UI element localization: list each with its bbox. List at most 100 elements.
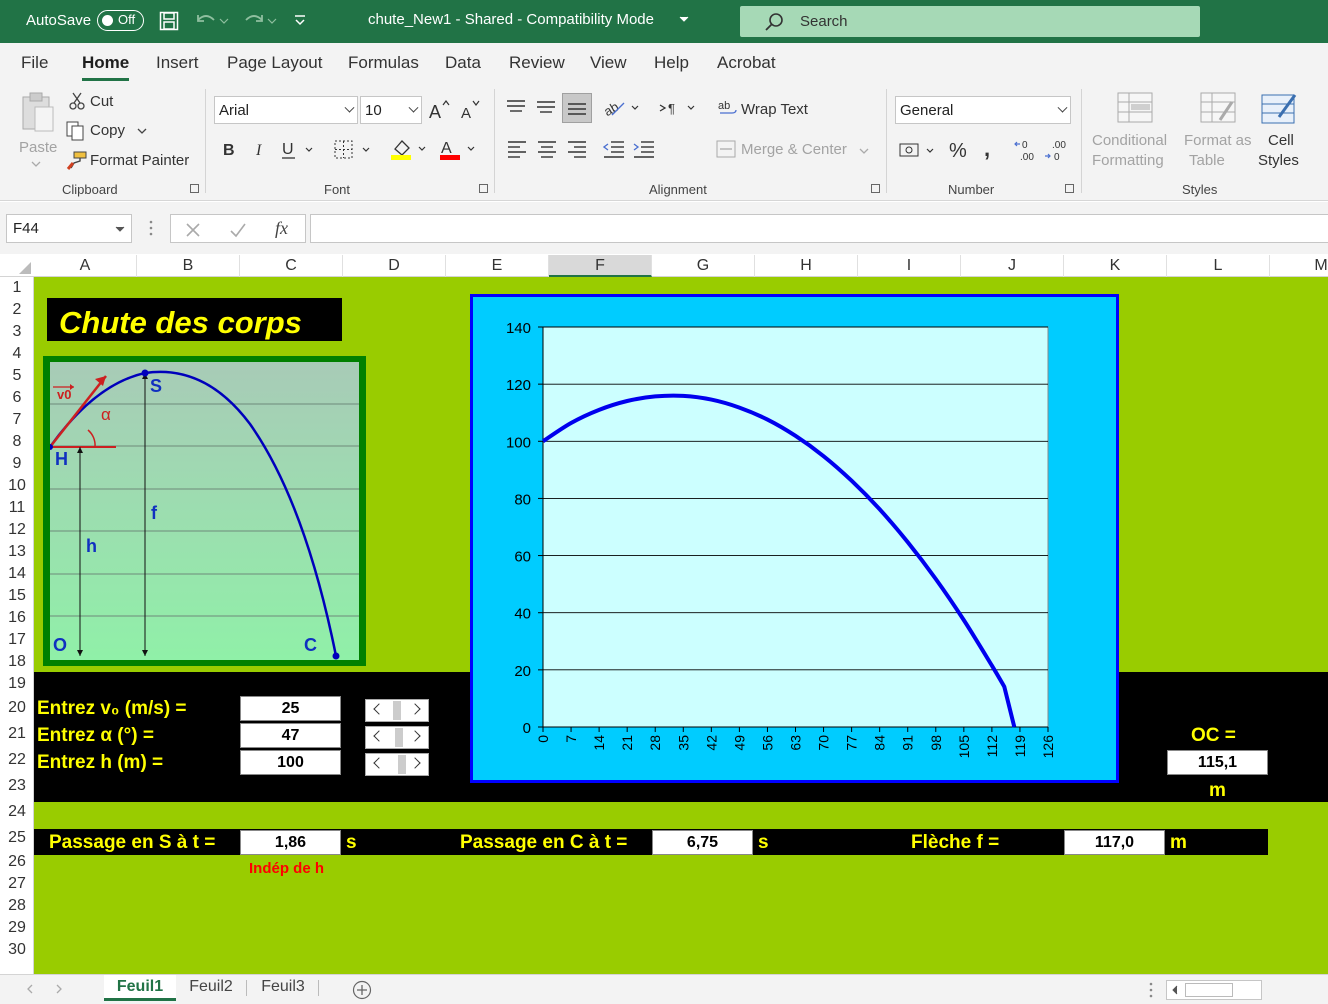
row-header[interactable]: 1	[0, 277, 33, 299]
alignment-launcher-icon[interactable]	[871, 184, 880, 193]
column-header[interactable]: M	[1270, 255, 1328, 277]
tab-data[interactable]: Data	[445, 53, 481, 73]
merge-center-button[interactable]: Merge & Center	[716, 139, 872, 161]
column-header[interactable]: I	[858, 255, 961, 277]
row-header[interactable]: 19	[0, 673, 33, 695]
decrease-font-size-icon[interactable]: A	[459, 99, 483, 121]
scroll-tabs-right-icon[interactable]	[55, 984, 63, 994]
column-header[interactable]: G	[652, 255, 755, 277]
worksheet[interactable]: Chute des corps v0 α S H f h O C Entrez …	[34, 277, 1328, 974]
tab-help[interactable]: Help	[654, 53, 689, 73]
decrease-decimal-icon[interactable]: .000	[1044, 137, 1070, 163]
font-size-select[interactable]: 10	[360, 96, 422, 124]
save-icon[interactable]	[159, 11, 179, 31]
name-box[interactable]: F44	[6, 214, 132, 243]
borders-icon[interactable]	[334, 139, 374, 161]
row-header[interactable]: 29	[0, 917, 33, 939]
sheet-tab-feuil1[interactable]: Feuil1	[104, 975, 176, 1001]
increase-decimal-icon[interactable]: 0.00	[1014, 137, 1040, 163]
fill-color-icon[interactable]	[390, 137, 430, 161]
add-sheet-icon[interactable]	[352, 980, 372, 1000]
title-dropdown-icon[interactable]	[679, 16, 689, 24]
row-header[interactable]: 27	[0, 873, 33, 895]
align-middle-icon[interactable]	[536, 99, 556, 115]
row-header[interactable]: 13	[0, 541, 33, 563]
formula-input[interactable]	[310, 214, 1328, 243]
copy-button[interactable]: Copy	[66, 121, 156, 143]
percent-style-icon[interactable]: %	[949, 138, 969, 162]
column-header[interactable]: L	[1167, 255, 1270, 277]
confirm-entry-icon[interactable]	[229, 222, 247, 238]
accounting-format-icon[interactable]	[899, 140, 939, 162]
scrollbar-thumb[interactable]	[1185, 983, 1233, 997]
clipboard-launcher-icon[interactable]	[190, 184, 199, 193]
comma-style-icon[interactable]: ,	[983, 138, 997, 162]
row-header[interactable]: 28	[0, 895, 33, 917]
scroll-tabs-left-icon[interactable]	[26, 984, 34, 994]
cell-styles-button[interactable]: Cell Styles	[1254, 89, 1312, 175]
column-header[interactable]: A	[34, 255, 137, 277]
row-header[interactable]: 26	[0, 851, 33, 873]
sheet-tab-feuil2[interactable]: Feuil2	[178, 975, 244, 1001]
cancel-entry-icon[interactable]	[185, 222, 201, 238]
underline-icon[interactable]: U	[281, 139, 315, 161]
v0-spinner[interactable]	[365, 699, 429, 722]
increase-font-size-icon[interactable]: A	[428, 99, 452, 121]
tab-page-layout[interactable]: Page Layout	[227, 53, 322, 73]
row-header[interactable]: 8	[0, 431, 33, 453]
row-header[interactable]: 3	[0, 321, 33, 343]
text-direction-icon[interactable]: ¶	[658, 97, 698, 119]
horizontal-scrollbar[interactable]	[1166, 980, 1262, 1000]
redo-icon[interactable]	[242, 12, 278, 30]
align-center-icon[interactable]	[537, 140, 557, 158]
decrease-indent-icon[interactable]	[603, 140, 625, 158]
row-header[interactable]: 11	[0, 497, 33, 519]
chart-area[interactable]: 0 20 40 60 80 100 120 140 0 7 14 21 28 35 42 49 56 63 70 77…	[470, 294, 1119, 783]
alpha-input[interactable]: 47	[240, 723, 341, 748]
document-title[interactable]: chute_New1 - Shared - Compatibility Mode	[368, 11, 654, 28]
align-left-icon[interactable]	[507, 140, 527, 158]
column-header[interactable]: B	[137, 255, 240, 277]
number-launcher-icon[interactable]	[1065, 184, 1074, 193]
conditional-formatting-button[interactable]: Conditional Formatting	[1090, 89, 1178, 175]
h-input[interactable]: 100	[240, 750, 341, 775]
cut-button[interactable]: Cut	[66, 91, 126, 113]
column-header-selected[interactable]: F	[549, 255, 652, 277]
column-header[interactable]: D	[343, 255, 446, 277]
row-header[interactable]: 15	[0, 585, 33, 607]
insert-function-icon[interactable]: fx	[275, 218, 288, 239]
font-name-select[interactable]: Arial	[214, 96, 358, 124]
wrap-text-button[interactable]: ab Wrap Text	[718, 99, 818, 121]
column-header[interactable]: H	[755, 255, 858, 277]
row-header[interactable]: 22	[0, 747, 33, 773]
row-header[interactable]: 4	[0, 343, 33, 365]
paste-button[interactable]: Paste	[14, 89, 60, 169]
bold-icon[interactable]: B	[222, 139, 238, 159]
orientation-icon[interactable]: ab	[604, 97, 640, 119]
autosave-toggle[interactable]: Off	[97, 10, 144, 31]
row-header[interactable]: 9	[0, 453, 33, 475]
search-box[interactable]: Search	[740, 6, 1200, 37]
row-header[interactable]: 18	[0, 651, 33, 673]
alpha-spinner[interactable]	[365, 726, 429, 749]
italic-icon[interactable]: I	[253, 139, 269, 159]
tab-formulas[interactable]: Formulas	[348, 53, 419, 73]
customize-toolbar-icon[interactable]	[294, 14, 306, 26]
column-header[interactable]: E	[446, 255, 549, 277]
row-header[interactable]: 7	[0, 409, 33, 431]
row-header[interactable]: 24	[0, 799, 33, 825]
format-painter-button[interactable]: Format Painter	[66, 151, 191, 173]
tab-file[interactable]: File	[21, 53, 48, 73]
sheet-tab-feuil3[interactable]: Feuil3	[250, 975, 316, 1001]
number-format-select[interactable]: General	[895, 96, 1071, 124]
align-bottom-button[interactable]	[562, 93, 592, 123]
font-launcher-icon[interactable]	[479, 184, 488, 193]
row-header[interactable]: 6	[0, 387, 33, 409]
select-all-icon[interactable]	[18, 261, 32, 275]
align-right-icon[interactable]	[567, 140, 587, 158]
row-header[interactable]: 20	[0, 695, 33, 721]
column-header[interactable]: K	[1064, 255, 1167, 277]
format-as-table-button[interactable]: Format as Table	[1182, 89, 1254, 175]
v0-input[interactable]: 25	[240, 696, 341, 721]
splitter-grip-icon[interactable]	[1148, 982, 1154, 998]
